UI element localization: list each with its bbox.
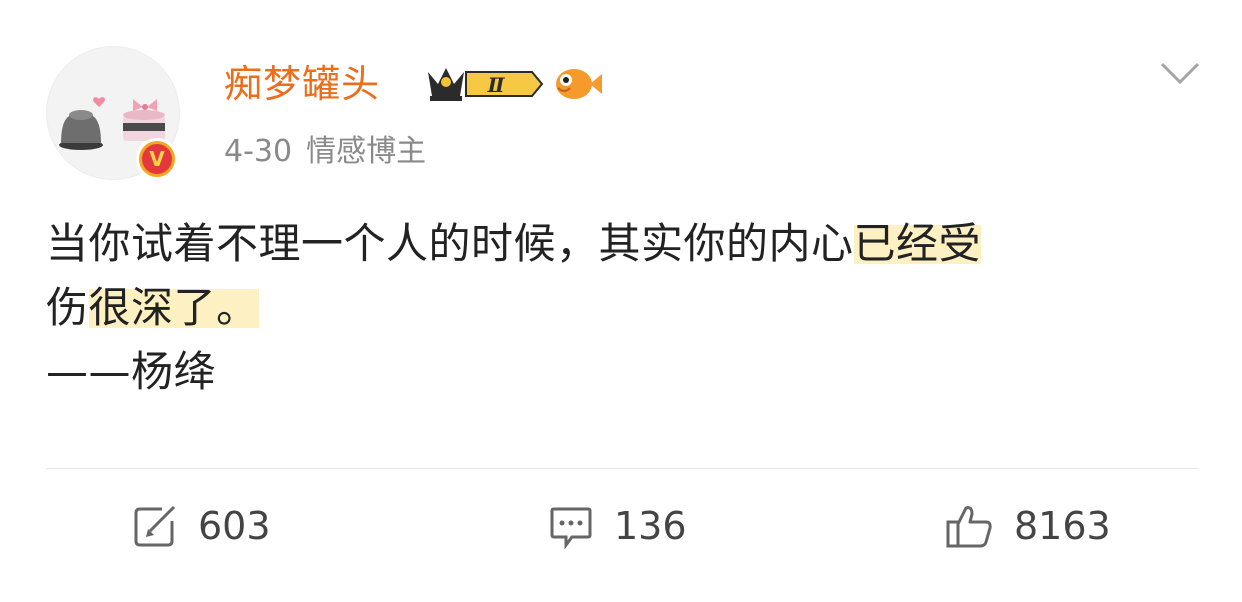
author-tag: 情感博主 xyxy=(306,134,427,169)
thumbs-up-icon xyxy=(946,506,992,548)
comment-count: 136 xyxy=(614,504,687,548)
repost-icon xyxy=(134,505,176,547)
post-content: 当你试着不理一个人的时候，其实你的内心已经受 伤很深了。 ——杨绛 xyxy=(46,212,1206,404)
repost-count: 603 xyxy=(198,504,271,548)
comment-icon xyxy=(550,507,592,549)
repost-button[interactable]: 603 xyxy=(132,496,271,556)
divider xyxy=(46,468,1198,469)
quote-attribution: ——杨绛 xyxy=(46,347,217,396)
content-text: 伤 xyxy=(46,283,89,332)
fish-emoji-icon xyxy=(556,69,602,99)
highlighted-text: 很深了。 xyxy=(88,283,259,332)
level-badge-text: Ⅱ xyxy=(487,73,506,97)
verified-v-icon: V xyxy=(136,138,178,180)
highlighted-text: 已经受 xyxy=(853,219,982,268)
chevron-down-icon[interactable] xyxy=(1158,60,1202,88)
content-text: 当你试着不理一个人的时候，其实你的内心 xyxy=(46,219,854,268)
crown-level-icon[interactable]: Ⅱ xyxy=(424,62,548,106)
post-meta: 4-30 情感博主 xyxy=(224,130,440,174)
like-button[interactable]: 8163 xyxy=(944,496,1111,556)
username[interactable]: 痴梦罐头 xyxy=(224,58,380,110)
verified-v-letter: V xyxy=(142,144,172,174)
like-count: 8163 xyxy=(1014,504,1111,548)
comment-button[interactable]: 136 xyxy=(548,496,687,556)
post-date: 4-30 xyxy=(224,134,293,169)
